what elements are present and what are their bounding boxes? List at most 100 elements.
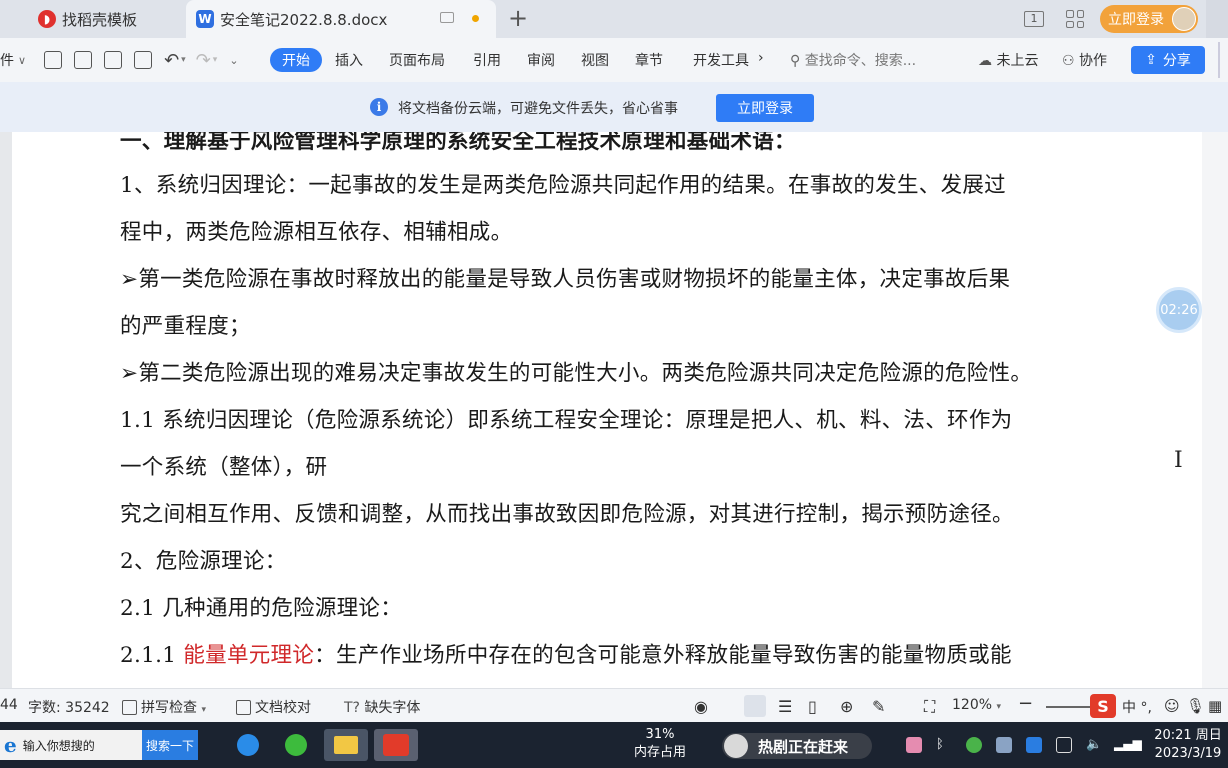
apps-grid-icon[interactable] xyxy=(1066,10,1084,28)
missing-font-label: 缺失字体 xyxy=(364,700,421,716)
page-indicator: 1 xyxy=(1030,12,1038,25)
doc-check-button[interactable]: 文档校对 xyxy=(236,697,311,717)
tab-start[interactable]: 开始 xyxy=(270,48,322,72)
missing-font-button[interactable]: T? 缺失字体 xyxy=(344,697,420,717)
chevron-down-icon: ▾ xyxy=(201,705,206,715)
bluetooth-icon[interactable]: ᛒ xyxy=(936,737,952,753)
paragraph-line: 2.1 几种通用的危险源理论： xyxy=(120,596,403,621)
memory-percent: 31% xyxy=(645,727,675,742)
undo-icon[interactable]: ↶ xyxy=(164,50,179,71)
page-view-mode-icon[interactable] xyxy=(744,695,766,717)
taskbar-search-placeholder: 输入你想搜的 xyxy=(22,738,95,753)
info-icon: i xyxy=(370,98,388,116)
notice-login-button[interactable]: 立即登录 xyxy=(716,94,814,122)
search-placeholder: 查找命令、搜索... xyxy=(804,53,917,69)
edge-app-icon[interactable] xyxy=(226,729,270,761)
file-menu-label[interactable]: 件 xyxy=(0,50,14,70)
zoom-out-icon[interactable]: − xyxy=(1018,693,1033,714)
word-count[interactable]: 字数: 35242 xyxy=(28,697,110,717)
ribbon-right-edge xyxy=(1218,42,1220,78)
taskbar-search-input[interactable]: e 输入你想搜的 xyxy=(0,730,142,760)
sogou-ime-icon[interactable]: S xyxy=(1090,694,1116,718)
paragraph-line: 1、系统归因理论：一起事故的发生是两类危险源共同起作用的结果。在事故的发生、发展… xyxy=(120,173,1006,198)
print-icon[interactable] xyxy=(104,51,123,69)
chevron-down-icon[interactable]: ∨ xyxy=(18,54,26,67)
tab-references[interactable]: 引用 xyxy=(473,50,501,70)
file-explorer-app-icon[interactable] xyxy=(324,729,368,761)
export-pdf-icon[interactable] xyxy=(74,51,93,69)
ime-mode[interactable]: 中 °, xyxy=(1122,697,1152,717)
tab-review[interactable]: 审阅 xyxy=(527,50,555,70)
avatar xyxy=(1172,7,1196,31)
monitor-icon[interactable] xyxy=(440,12,454,23)
memory-usage[interactable]: 31% 内存占用 xyxy=(628,726,692,762)
zoom-level[interactable]: 120% ▾ xyxy=(952,697,1001,713)
cooperate-button[interactable]: ⚇ 协作 xyxy=(1062,50,1107,70)
wps-app-icon[interactable] xyxy=(374,729,418,761)
page-view-icon[interactable]: 1 xyxy=(1024,11,1044,27)
tab-view[interactable]: 视图 xyxy=(581,50,609,70)
emoji-icon[interactable]: ☺ xyxy=(1164,697,1180,715)
undo-dropdown-icon[interactable]: ▾ xyxy=(181,55,186,65)
tab-page-layout[interactable]: 页面布局 xyxy=(389,50,445,70)
spell-check-label: 拼写检查 xyxy=(141,700,197,716)
browser-360-app-icon[interactable] xyxy=(274,729,318,761)
zoom-label: 120% xyxy=(952,697,993,713)
command-search[interactable]: ⚲ 查找命令、搜索... xyxy=(790,50,916,70)
save-icon[interactable] xyxy=(44,51,63,69)
login-button[interactable]: 立即登录 xyxy=(1100,5,1198,33)
battery-icon[interactable] xyxy=(1056,737,1072,753)
paragraph-line: 程中，两类危险源相互依存、相辅相成。 xyxy=(120,220,513,245)
tab-docer-templates[interactable]: ◗ 找稻壳模板 xyxy=(28,0,184,38)
keyboard-icon[interactable]: ▦ xyxy=(1208,697,1222,715)
clock-date: 2023/3/19 xyxy=(1154,746,1222,761)
tab-document-label: 安全笔记2022.8.8.docx xyxy=(220,10,388,29)
tab-developer[interactable]: 开发工具 xyxy=(693,50,749,70)
taskbar-clock[interactable]: 20:21 周日 2023/3/19 xyxy=(1148,727,1228,763)
paragraph-line-energy-unit: 2.1.1 能量单元理论：生产作业场所中存在的包含可能意外释放能量导致伤害的能量… xyxy=(120,638,1012,669)
spell-check-button[interactable]: 拼写检查 ▾ xyxy=(122,697,206,717)
cloud-icon: ☁ xyxy=(978,53,992,69)
web-view-icon[interactable]: ⊕ xyxy=(840,697,853,716)
share-button[interactable]: ⇪ 分享 xyxy=(1131,46,1205,74)
tab-docer-label: 找稻壳模板 xyxy=(62,10,138,29)
clock-time: 20:21 周日 xyxy=(1154,728,1222,743)
paragraph-line: 2、危险源理论： xyxy=(120,549,287,574)
document-page[interactable]: 一、理解基于风险管理科学原理的系统安全工程技术原理和基础术语： 1、系统归因理论… xyxy=(12,132,1202,688)
tab-chapter[interactable]: 章节 xyxy=(635,50,663,70)
window-control[interactable] xyxy=(1206,0,1228,38)
tray-network-drive-icon[interactable] xyxy=(996,737,1012,753)
mic-icon[interactable]: 🎙 xyxy=(1186,697,1205,715)
search-icon: ⚲ xyxy=(790,53,801,69)
outline-view-icon[interactable]: ☰ xyxy=(778,697,792,716)
more-tabs-arrow[interactable]: › xyxy=(758,50,764,66)
section-heading: 一、理解基于风险管理科学原理的系统安全工程技术原理和基础术语： xyxy=(120,132,796,154)
tray-app-icon[interactable] xyxy=(1026,737,1042,753)
volume-icon[interactable]: 🔈 xyxy=(1086,737,1102,753)
tab-insert[interactable]: 插入 xyxy=(335,50,363,70)
fit-page-icon[interactable]: ⛶ xyxy=(924,697,935,717)
customize-toolbar-icon[interactable]: ⌄ xyxy=(229,54,238,67)
recording-timer-badge[interactable]: 02:26 xyxy=(1156,287,1202,333)
tab-active-document[interactable]: W 安全笔记2022.8.8.docx xyxy=(186,0,496,38)
new-tab-button[interactable]: + xyxy=(506,4,530,32)
wps-writer-icon: W xyxy=(196,10,214,28)
zoom-slider[interactable] xyxy=(1046,706,1096,708)
print-preview-icon[interactable] xyxy=(134,51,153,69)
pen-icon[interactable]: ✎ xyxy=(872,697,885,716)
news-widget[interactable]: 热剧正在赶来 xyxy=(722,733,872,759)
eye-protect-icon[interactable]: ◉ xyxy=(694,697,708,716)
cooperate-label: 协作 xyxy=(1079,53,1108,69)
news-label: 热剧正在赶来 xyxy=(758,737,849,756)
tray-360-icon[interactable] xyxy=(966,737,982,753)
tray-flower-icon[interactable] xyxy=(906,737,922,753)
signal-icon[interactable]: ▂▄▆ xyxy=(1114,737,1142,753)
windows-taskbar: e 输入你想搜的 搜索一下 31% 内存占用 热剧正在赶来 ᛒ 🔈 ▂▄▆ 20… xyxy=(0,722,1228,768)
vertical-scrollbar[interactable] xyxy=(1202,132,1228,688)
page-number[interactable]: 44 xyxy=(0,697,18,713)
reading-mode-icon[interactable]: ▯ xyxy=(808,697,817,716)
cloud-status[interactable]: ☁ 未上云 xyxy=(978,50,1038,70)
taskbar-search-button[interactable]: 搜索一下 xyxy=(142,730,198,760)
line-prefix: 2.1.1 xyxy=(120,643,184,668)
paragraph-line: 1.1 系统归因理论（危险源系统论）即系统工程安全理论：原理是把人、机、料、法、… xyxy=(120,408,1013,433)
